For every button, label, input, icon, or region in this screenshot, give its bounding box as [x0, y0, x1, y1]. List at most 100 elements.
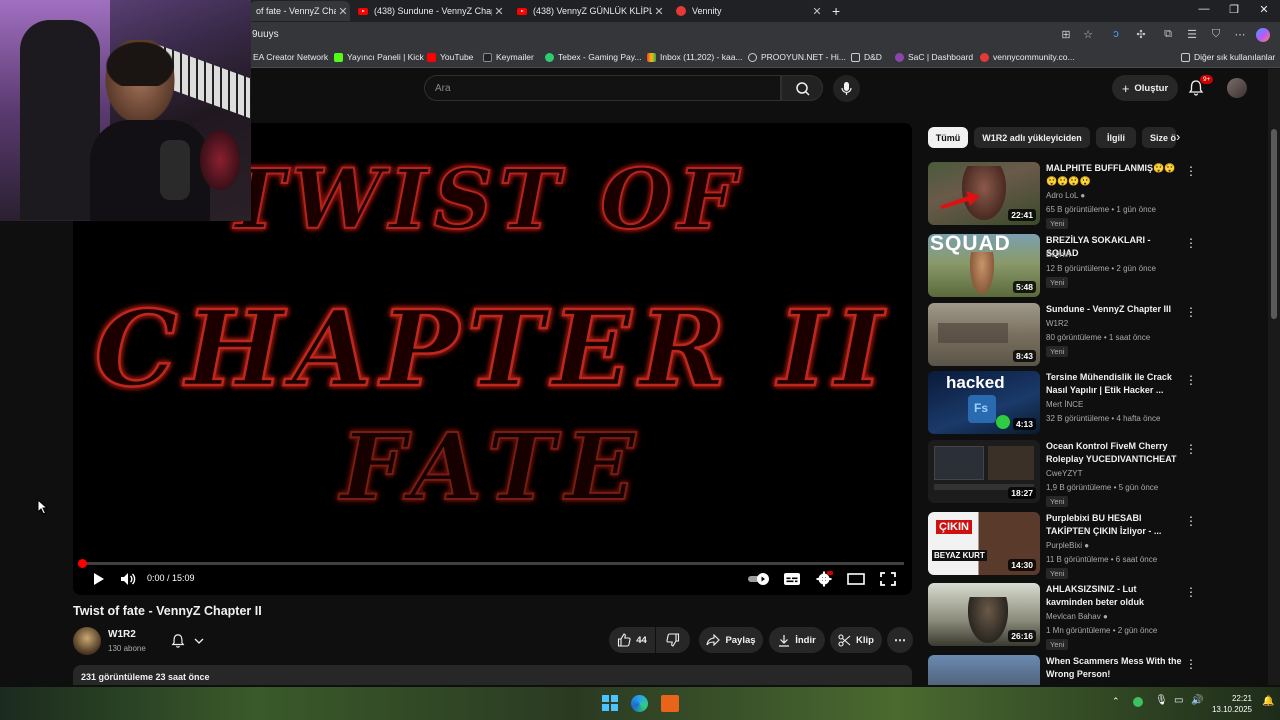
channel-name[interactable]: Mert İNCE — [1046, 400, 1083, 409]
speaker-icon[interactable]: 🔊 — [1191, 695, 1203, 706]
subscription-bell-button[interactable] — [162, 627, 214, 653]
notification-center-icon[interactable]: 🔔 — [1262, 696, 1274, 707]
puzzle-icon[interactable]: ✣ — [1133, 28, 1149, 41]
more-actions-button[interactable]: ⋯ — [887, 627, 913, 653]
bookmark-inbox[interactable]: Inbox (11,202) - kaa... — [647, 52, 743, 62]
chip-for-you[interactable]: Size ö — [1142, 127, 1176, 148]
more-vertical-icon[interactable]: ⋮ — [1184, 514, 1198, 528]
clip-button[interactable]: Klip — [830, 627, 882, 653]
account-avatar[interactable] — [1227, 78, 1247, 98]
video-thumbnail[interactable]: hacked Fs 4:13 — [928, 371, 1040, 434]
recommended-video[interactable]: SQUAD 5:48 BREZİLYA SOKAKLARI - SQUAD Ec… — [928, 234, 1260, 300]
theater-mode-button[interactable] — [846, 571, 866, 587]
channel-name[interactable]: Echhin — [1046, 250, 1070, 259]
play-button[interactable] — [88, 571, 108, 587]
chip-all[interactable]: Tümü — [928, 127, 968, 148]
autoplay-toggle[interactable] — [747, 571, 771, 587]
video-thumbnail[interactable]: 8:43 — [928, 303, 1040, 366]
share-button[interactable]: Paylaş — [699, 627, 763, 653]
bookmark-tebex[interactable]: Tebex - Gaming Pay... — [545, 52, 641, 62]
video-title[interactable]: AHLAKSIZSINIZ - Lut kavminden beter oldu… — [1046, 583, 1184, 609]
more-vertical-icon[interactable]: ⋮ — [1184, 164, 1198, 178]
network-icon[interactable]: ▭ — [1174, 695, 1183, 706]
bookmark-dnd[interactable]: D&D — [851, 52, 882, 62]
close-icon[interactable]: ✕ — [492, 5, 506, 18]
close-window-button[interactable]: ✕ — [1248, 3, 1280, 16]
video-thumbnail[interactable]: SQUAD 5:48 — [928, 234, 1040, 297]
search-button[interactable] — [781, 75, 823, 101]
bookmark-youtube[interactable]: YouTube — [427, 52, 473, 62]
dislike-button[interactable] — [656, 627, 690, 653]
chip-related[interactable]: İlgili — [1096, 127, 1136, 148]
bookmark-prooyun[interactable]: PROOYUN.NET - Hi... — [748, 52, 846, 62]
windows-start-icon[interactable] — [602, 695, 618, 711]
video-title[interactable]: Purplebixi BU HESABI TAKİPTEN ÇIKIN İzli… — [1046, 512, 1184, 538]
favorites-icon[interactable]: ☰ — [1184, 28, 1200, 41]
more-vertical-icon[interactable]: ⋮ — [1184, 585, 1198, 599]
tray-status-icon[interactable] — [1133, 697, 1143, 707]
shield-icon[interactable]: ⛉ — [1208, 28, 1224, 41]
video-thumbnail[interactable] — [928, 655, 1040, 685]
progress-bar[interactable] — [81, 562, 904, 565]
volume-button[interactable] — [118, 571, 138, 587]
recommended-video[interactable]: 18:27 Ocean Kontrol FiveM Cherry Rolepla… — [928, 440, 1260, 507]
video-title[interactable]: When Scammers Mess With the Wrong Person… — [1046, 655, 1184, 681]
recommended-video[interactable]: 26:16 AHLAKSIZSINIZ - Lut kavminden bete… — [928, 583, 1260, 650]
chip-from-uploader[interactable]: W1R2 adlı yükleyiciden — [974, 127, 1090, 148]
more-vertical-icon[interactable]: ⋮ — [1184, 657, 1198, 671]
video-title[interactable]: Sundune - VennyZ Chapter III — [1046, 303, 1184, 316]
app-install-icon[interactable]: ⊞ — [1058, 28, 1074, 41]
bookmark-kick[interactable]: Yayıncı Paneli | Kick — [334, 52, 424, 62]
description-box[interactable]: 231 görüntüleme 23 saat önce — [73, 665, 912, 685]
channel-name[interactable]: Mevlcan Bahav ● — [1046, 612, 1108, 621]
recommended-video[interactable]: 8:43 Sundune - VennyZ Chapter III W1R2 8… — [928, 303, 1260, 369]
maximize-button[interactable]: ❐ — [1218, 3, 1250, 16]
split-screen-icon[interactable]: ⧉ — [1160, 28, 1176, 41]
video-title[interactable]: Ocean Kontrol FiveM Cherry Roleplay YUCE… — [1046, 440, 1184, 466]
copilot-icon[interactable] — [1256, 28, 1270, 42]
microphone-icon[interactable]: 🎙 — [1155, 695, 1168, 706]
other-bookmarks[interactable]: Diğer sık kullanılanlar — [1181, 52, 1275, 62]
extension-icon[interactable]: ↄ — [1108, 28, 1124, 40]
bookmark-keymailer[interactable]: Keymailer — [483, 52, 534, 62]
close-icon[interactable]: ✕ — [810, 5, 824, 18]
more-vertical-icon[interactable]: ⋮ — [1184, 373, 1198, 387]
bookmark-vennycommunity[interactable]: vennycommunity.co... — [980, 52, 1075, 62]
video-thumbnail[interactable]: ÇIKIN BEYAZ KURT 14:30 — [928, 512, 1040, 575]
recommended-video[interactable]: When Scammers Mess With the Wrong Person… — [928, 655, 1260, 685]
star-icon[interactable]: ☆ — [1080, 28, 1096, 41]
subtitles-button[interactable] — [782, 571, 802, 587]
tab-gunluk-klipler[interactable]: (438) VennyZ GÜNLÜK KLİPLER # ✕ — [511, 1, 666, 21]
bookmark-ea[interactable]: EA Creator Network — [253, 52, 328, 62]
channel-name[interactable]: Adro LoL ● — [1046, 191, 1085, 200]
scrollbar[interactable] — [1268, 69, 1280, 685]
url-text[interactable]: 9uuys — [252, 29, 279, 40]
create-button[interactable]: + Oluştur — [1112, 75, 1178, 101]
channel-avatar[interactable] — [73, 627, 101, 655]
video-title[interactable]: Tersine Mühendislik ile Crack Nasıl Yapı… — [1046, 371, 1184, 397]
voice-search-button[interactable] — [833, 75, 860, 102]
app-icon[interactable] — [661, 695, 679, 712]
video-thumbnail[interactable]: 22:41 — [928, 162, 1040, 225]
video-title[interactable]: MALPHITE BUFFLANMIŞ😲😲😲😲😲😲 — [1046, 162, 1184, 188]
settings-gear-icon[interactable] — [814, 571, 834, 587]
fullscreen-button[interactable] — [878, 571, 898, 587]
channel-name[interactable]: PurpleBixi ● — [1046, 541, 1089, 550]
tab-sundune[interactable]: (438) Sundune - VennyZ Chapter ✕ — [352, 1, 506, 21]
more-vertical-icon[interactable]: ⋮ — [1184, 442, 1198, 456]
minimize-button[interactable]: — — [1188, 3, 1220, 15]
download-button[interactable]: İndir — [769, 627, 825, 653]
tab-vennity[interactable]: Vennity ✕ — [670, 1, 824, 21]
close-icon[interactable]: ✕ — [336, 5, 350, 18]
chevron-up-icon[interactable]: ⌃ — [1112, 696, 1120, 707]
bookmark-sac[interactable]: SaC | Dashboard — [895, 52, 973, 62]
recommended-video[interactable]: 22:41 MALPHITE BUFFLANMIŞ😲😲😲😲😲😲 Adro LoL… — [928, 162, 1260, 229]
channel-name[interactable]: W1R2 — [1046, 319, 1068, 328]
tab-twist-of-fate[interactable]: of fate - VennyZ Chap ✕ — [250, 1, 350, 21]
recommended-video[interactable]: hacked Fs 4:13 Tersine Mühendislik ile C… — [928, 371, 1260, 437]
like-button[interactable]: 44 — [609, 627, 655, 653]
chevron-right-icon[interactable]: › — [1176, 129, 1180, 144]
channel-name[interactable]: W1R2 — [108, 629, 136, 640]
search-input[interactable]: Ara — [424, 75, 781, 101]
more-vertical-icon[interactable]: ⋮ — [1184, 236, 1198, 250]
